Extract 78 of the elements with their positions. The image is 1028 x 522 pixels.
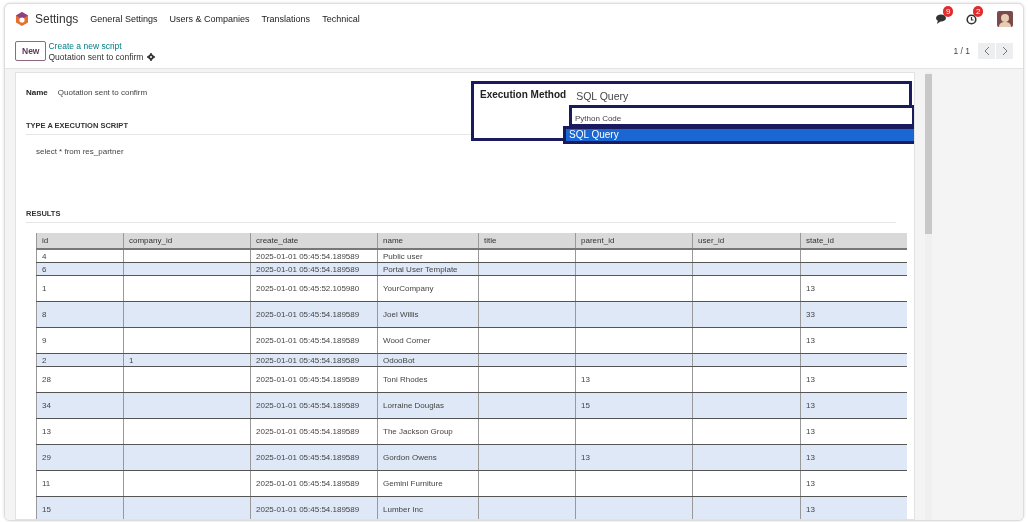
- field-label: Name: [26, 87, 48, 97]
- table-cell: 2025-01-01 05:45:54.189589: [250, 444, 378, 471]
- menu-item[interactable]: Users & Companies: [169, 14, 250, 24]
- column-header: create_date: [250, 233, 378, 249]
- column-header: name: [377, 233, 479, 249]
- table-cell: Gordon Owens: [377, 444, 479, 471]
- table-cell: 15: [575, 392, 693, 419]
- table-cell: 13: [800, 418, 907, 445]
- table-cell: 1: [36, 275, 124, 302]
- table-cell: 13: [575, 444, 693, 471]
- avatar-icon[interactable]: [997, 11, 1013, 27]
- table-cell: 2025-01-01 05:45:52.105980: [250, 275, 378, 302]
- logo-icon[interactable]: [15, 12, 29, 26]
- record-title: Quotation sent to confirm: [48, 51, 144, 62]
- table-cell: 2025-01-01 05:45:54.189589: [250, 301, 378, 328]
- table-cell: Lorraine Douglas: [377, 392, 479, 419]
- table-cell: 34: [36, 392, 124, 419]
- dropdown-option[interactable]: Python Code: [569, 105, 914, 127]
- table-cell: Toni Rhodes: [377, 366, 479, 393]
- settings-icon[interactable]: [147, 52, 156, 61]
- column-header: state_id: [800, 233, 907, 249]
- table-cell: 13: [800, 327, 907, 354]
- menu-item[interactable]: Technical: [322, 14, 360, 24]
- next-button[interactable]: [996, 43, 1013, 59]
- column-header: company_id: [123, 233, 251, 249]
- table-cell: YourCompany: [377, 275, 479, 302]
- table-cell: 13: [800, 496, 907, 519]
- column-header: title: [478, 233, 576, 249]
- table-cell: Joel Willis: [377, 301, 479, 328]
- table-cell: 4: [36, 249, 124, 263]
- field-label: Execution Method: [480, 89, 567, 100]
- table-cell: 13: [575, 366, 693, 393]
- new-button[interactable]: New: [15, 41, 47, 61]
- table-cell: 33: [800, 301, 907, 328]
- table-cell: 11: [36, 470, 124, 497]
- menu-item[interactable]: Translations: [261, 14, 311, 24]
- previous-button[interactable]: [978, 43, 995, 59]
- clock-icon[interactable]: [966, 13, 977, 25]
- table-cell: 2025-01-01 05:45:54.189589: [250, 470, 378, 497]
- scrollbar[interactable]: [925, 72, 932, 520]
- column-header: id: [36, 233, 124, 249]
- table-cell: 13: [800, 392, 907, 419]
- table-cell: Lumber Inc: [377, 496, 479, 519]
- table-cell: Public user: [377, 249, 479, 263]
- chevron-right-icon: [1001, 46, 1008, 56]
- table-cell: 2025-01-01 05:45:54.189589: [250, 249, 378, 263]
- name-field[interactable]: Quotation sent to confirm: [57, 87, 148, 97]
- notification-badge: 9: [943, 6, 954, 17]
- chevron-left-icon: [983, 46, 990, 56]
- table-cell: The Jackson Group: [377, 418, 479, 445]
- script-text[interactable]: select * from res_partner: [36, 147, 124, 156]
- table-cell: 2025-01-01 05:45:54.189589: [250, 496, 378, 519]
- table-cell: 15: [36, 496, 124, 519]
- table-cell: 2025-01-01 05:45:54.189589: [250, 418, 378, 445]
- chat-bubbles-icon[interactable]: [936, 14, 948, 24]
- column-header: parent_id: [575, 233, 693, 249]
- column-header: user_id: [692, 233, 801, 249]
- dropdown-option[interactable]: SQL Query: [563, 126, 914, 144]
- pager-value: 1 / 1: [953, 46, 970, 56]
- table-cell: 9: [36, 327, 124, 354]
- table-cell: 8: [36, 301, 124, 328]
- table-cell: 13: [800, 444, 907, 471]
- table-cell: 13: [800, 470, 907, 497]
- table-cell: Wood Corner: [377, 327, 479, 354]
- app-name[interactable]: Settings: [35, 12, 79, 26]
- table-cell: 2025-01-01 05:45:54.189589: [250, 327, 378, 354]
- table-cell: Gemini Furniture: [377, 470, 479, 497]
- table-cell: 13: [800, 275, 907, 302]
- table-cell: 13: [36, 418, 124, 445]
- menu-item[interactable]: General Settings: [90, 14, 158, 24]
- table-cell: 2025-01-01 05:45:54.189589: [250, 392, 378, 419]
- breadcrumb-link[interactable]: Create a new script: [48, 40, 156, 51]
- table-cell: 29: [36, 444, 124, 471]
- notification-badge: 2: [973, 5, 984, 17]
- table-cell: 28: [36, 366, 124, 393]
- table-cell: 13: [800, 366, 907, 393]
- table-cell: 2025-01-01 05:45:54.189589: [250, 366, 378, 393]
- execution-method-select[interactable]: SQL Query: [576, 90, 629, 102]
